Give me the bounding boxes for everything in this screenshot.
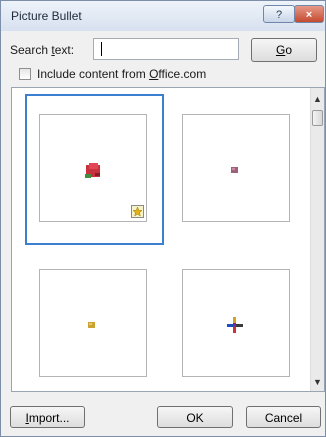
search-text-label: Search text: bbox=[10, 43, 75, 57]
close-button[interactable]: × bbox=[294, 5, 324, 23]
text-caret bbox=[101, 42, 102, 56]
help-icon: ? bbox=[275, 9, 283, 21]
search-input[interactable] bbox=[93, 38, 239, 60]
ok-button[interactable]: OK bbox=[157, 406, 233, 428]
go-button[interactable]: Go bbox=[251, 38, 317, 62]
cross-icon bbox=[227, 317, 243, 333]
dialog-title: Picture Bullet bbox=[11, 9, 82, 23]
include-office-label: Include content from Office.com bbox=[37, 67, 207, 81]
gallery-item-cross[interactable] bbox=[182, 269, 290, 377]
picture-gallery[interactable]: ▲ ▼ bbox=[11, 87, 325, 392]
picture-bullet-dialog: Picture Bullet ? × Search text: Go Inclu… bbox=[0, 0, 326, 437]
title-bar: Picture Bullet ? × bbox=[1, 1, 325, 31]
gold-square-icon bbox=[88, 322, 95, 328]
purple-square-icon bbox=[231, 167, 238, 173]
gallery-item-gold-square[interactable] bbox=[39, 269, 147, 377]
import-button[interactable]: Import... bbox=[10, 406, 85, 428]
scroll-down-icon[interactable]: ▼ bbox=[311, 375, 324, 389]
include-office-checkbox[interactable] bbox=[19, 68, 31, 80]
close-icon: × bbox=[305, 9, 313, 21]
scroll-up-icon[interactable]: ▲ bbox=[311, 92, 324, 106]
gallery-item-purple-square[interactable] bbox=[182, 114, 290, 222]
cancel-button[interactable]: Cancel bbox=[246, 406, 321, 428]
scroll-thumb[interactable] bbox=[312, 110, 323, 126]
clip-art-badge-icon bbox=[131, 205, 144, 218]
vertical-scrollbar[interactable]: ▲ ▼ bbox=[310, 88, 324, 391]
help-button[interactable]: ? bbox=[263, 5, 295, 23]
gallery-item-red-rose[interactable] bbox=[39, 114, 147, 222]
